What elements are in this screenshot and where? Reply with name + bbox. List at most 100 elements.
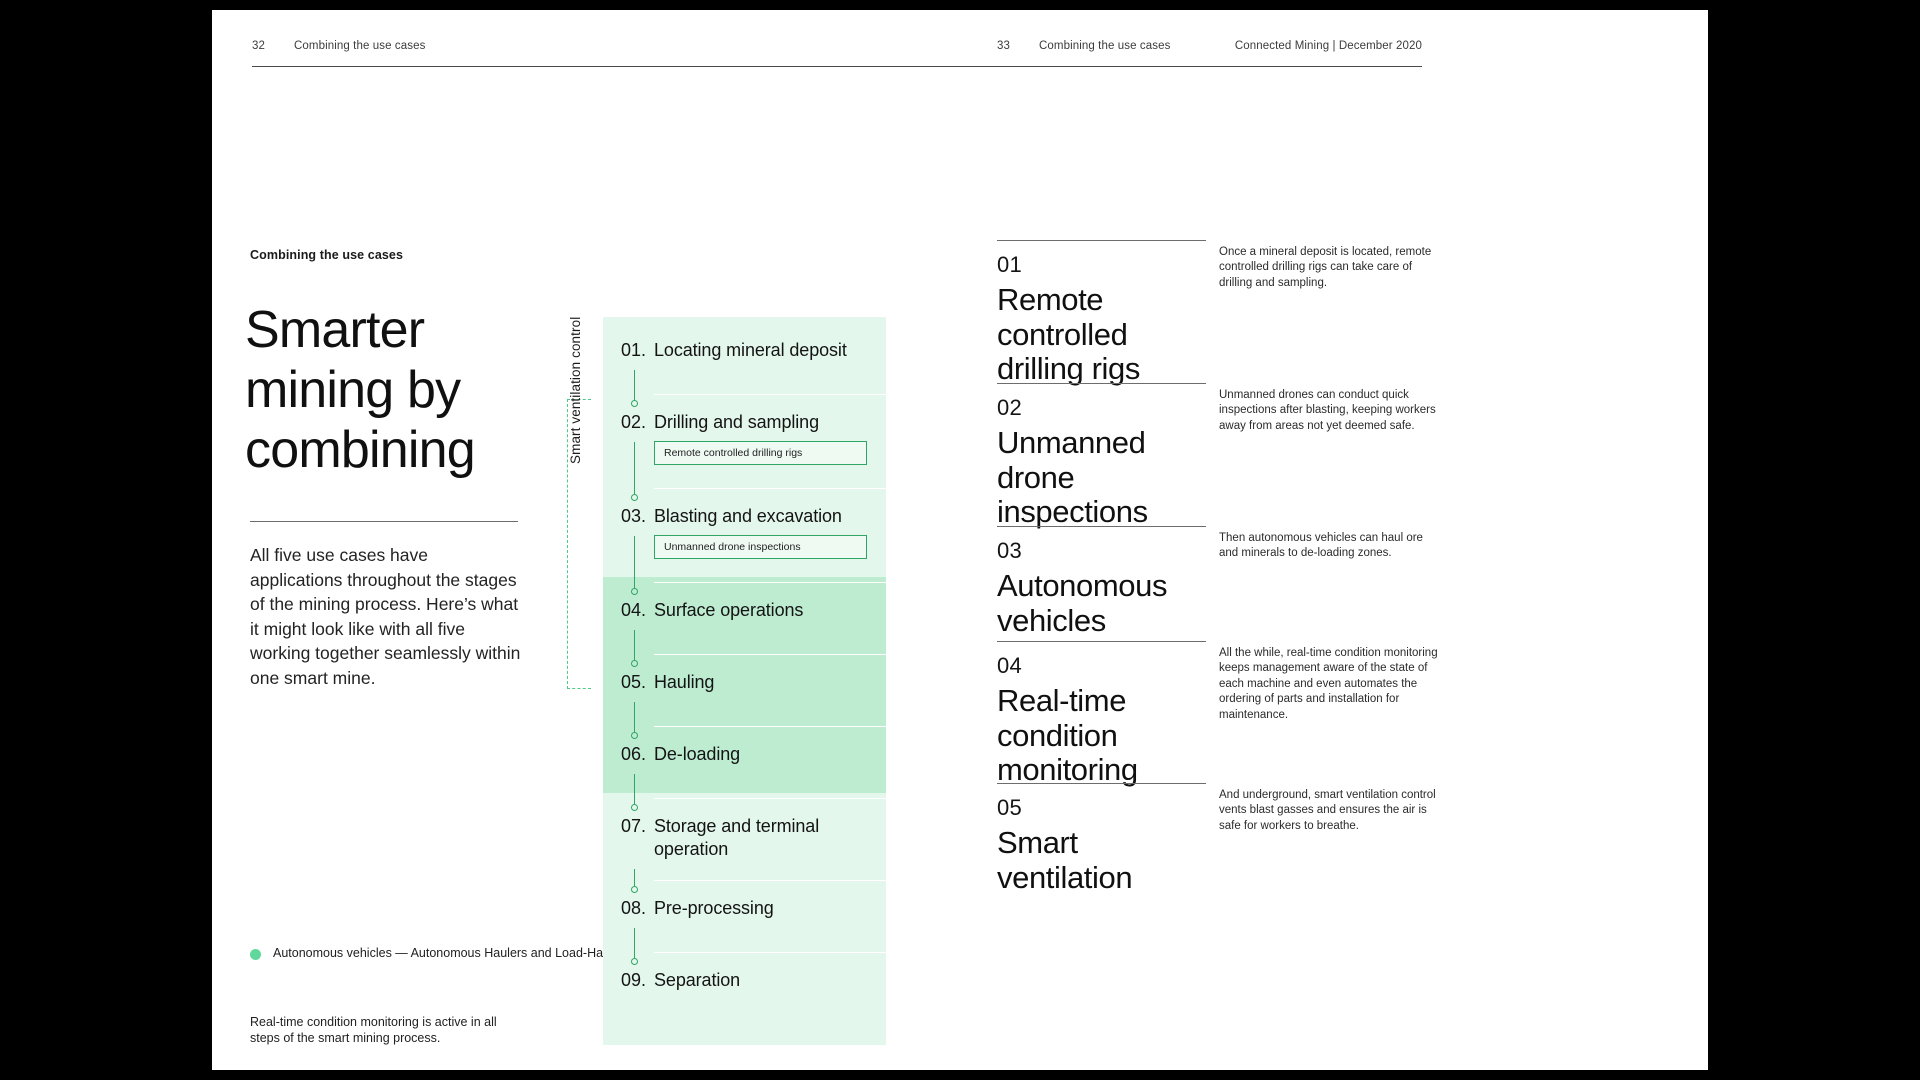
- use-case-section: 04 Real-time condition monitoring All the …: [997, 641, 1708, 787]
- use-case-divider: [997, 641, 1206, 642]
- timeline-step-number: 01.: [621, 340, 647, 360]
- use-case-number: 02: [997, 395, 1023, 420]
- timeline-step-divider: [654, 488, 886, 489]
- use-case-section: 01 Remote controlled drilling rigs Once a …: [997, 240, 1708, 386]
- timeline-step-label: Storage and terminal operation: [654, 816, 820, 859]
- use-case-divider: [997, 526, 1206, 527]
- timeline-step-number: 05.: [621, 672, 647, 692]
- use-case-section: 02 Unmanned drone inspections Unmanned dro…: [997, 383, 1708, 529]
- smart-ventilation-label: Smart ventilation control: [568, 316, 583, 464]
- right-page-running-header: 33 Combining the use cases Connected Min…: [997, 40, 1920, 52]
- use-case-body: And underground, smart ventilation contr…: [1219, 789, 1436, 832]
- timeline-step-divider: [654, 654, 886, 655]
- timeline-step-divider: [654, 798, 886, 799]
- mining-process-timeline: 01. Locating mineral deposit 02. Drilling a…: [603, 317, 886, 1045]
- use-case-title: Unmanned drone inspections: [997, 425, 1148, 529]
- right-page-number: 33: [997, 40, 1010, 52]
- use-case-section: 05 Smart ventilation And underground, smar…: [997, 783, 1708, 923]
- timeline-connector-node: [630, 958, 638, 965]
- timeline-step-divider: [654, 880, 886, 881]
- timeline-step-label: Locating mineral deposit: [654, 340, 847, 360]
- use-case-body: All the while, real-time condition monit…: [1219, 647, 1438, 721]
- timeline-step[interactable]: 08. Pre-processing: [603, 897, 886, 920]
- timeline-connector-line: [634, 536, 636, 588]
- timeline-connector-node: [630, 804, 638, 811]
- timeline-connector-line: [634, 702, 636, 732]
- timeline-step-label: Drilling and sampling: [654, 412, 819, 432]
- timeline-connector-line: [634, 928, 636, 958]
- timeline-step[interactable]: 06. De-loading: [603, 743, 886, 766]
- timeline-connector-line: [634, 370, 636, 400]
- use-case-number: 01: [997, 252, 1023, 277]
- use-case-number: 05: [997, 795, 1023, 820]
- timeline-step-divider: [654, 394, 886, 395]
- timeline-step[interactable]: 07. Storage and terminal operation: [603, 815, 886, 861]
- use-case-title: Real-time condition monitoring: [997, 683, 1138, 787]
- timeline-step-divider: [654, 582, 886, 583]
- timeline-connector-line: [634, 630, 636, 660]
- timeline-step-tag[interactable]: Remote controlled drilling rigs: [654, 441, 867, 465]
- timeline-step[interactable]: 01. Locating mineral deposit: [603, 339, 886, 362]
- use-case-body: Then autonomous vehicles can haul ore an…: [1219, 532, 1423, 560]
- timeline-step[interactable]: 09. Separation: [603, 969, 886, 992]
- timeline-connector-node: [630, 400, 638, 407]
- use-case-title: Autonomous vehicles: [997, 568, 1168, 638]
- timeline-connector-line: [634, 774, 636, 804]
- footnote-text: Real-time condition monitoring is active…: [250, 1015, 497, 1045]
- use-case-divider: [997, 783, 1206, 784]
- timeline-step-divider: [654, 952, 886, 953]
- timeline-connector-line: [634, 869, 636, 886]
- document-spread: 32 Combining the use cases Connected Min…: [212, 10, 1708, 1070]
- timeline-step-label: Pre-processing: [654, 898, 774, 918]
- legend-label: Autonomous vehicles — Autonomous Haulers…: [273, 946, 651, 960]
- right-page: 33 Combining the use cases Connected Min…: [960, 10, 1708, 1070]
- timeline-step-number: 06.: [621, 744, 647, 764]
- timeline-connector-node: [630, 588, 638, 595]
- timeline-connector: [630, 869, 639, 893]
- timeline-step-number: 04.: [621, 600, 647, 620]
- timeline-step-label: Blasting and excavation: [654, 506, 842, 526]
- title-divider: [250, 521, 518, 522]
- use-case-body: Unmanned drones can conduct quick inspec…: [1219, 389, 1436, 432]
- use-case-body: Once a mineral deposit is located, remot…: [1219, 246, 1432, 289]
- timeline-step[interactable]: 02. Drilling and sampling: [603, 411, 886, 434]
- left-page: 32 Combining the use cases Connected Min…: [212, 10, 1422, 1070]
- left-page-header-section: Combining the use cases: [294, 40, 426, 52]
- lead-paragraph: All five use cases have applications thr…: [250, 545, 521, 688]
- left-page-number: 32: [252, 40, 265, 52]
- timeline-step[interactable]: 04. Surface operations: [603, 599, 886, 622]
- timeline-step[interactable]: 03. Blasting and excavation: [603, 505, 886, 528]
- use-case-divider: [997, 383, 1206, 384]
- use-case-title: Smart ventilation: [997, 825, 1133, 895]
- timeline-connector: [630, 536, 639, 595]
- timeline-step-number: 02.: [621, 412, 647, 432]
- timeline-connector: [630, 702, 639, 739]
- timeline-connector-node: [630, 660, 638, 667]
- timeline-step-label: Hauling: [654, 672, 715, 692]
- timeline-connector: [630, 370, 639, 407]
- timeline-connector: [630, 774, 639, 811]
- timeline-connector: [630, 442, 639, 501]
- use-case-divider: [997, 240, 1206, 241]
- page-title: Smarter mining by combining: [245, 301, 476, 479]
- use-case-title: Remote controlled drilling rigs: [997, 282, 1140, 386]
- right-page-header-section: Combining the use cases: [1039, 40, 1171, 52]
- timeline-step-number: 03.: [621, 506, 647, 526]
- timeline-connector-line: [634, 442, 636, 494]
- timeline-connector: [630, 928, 639, 965]
- timeline-connector-node: [630, 886, 638, 893]
- timeline-step[interactable]: 05. Hauling: [603, 671, 886, 694]
- legend: Autonomous vehicles — Autonomous Haulers…: [250, 945, 650, 961]
- timeline-step-tag[interactable]: Unmanned drone inspections: [654, 535, 867, 559]
- timeline-step-divider: [654, 726, 886, 727]
- timeline-step-label: Separation: [654, 970, 741, 990]
- timeline-connector: [630, 630, 639, 667]
- eyebrow-label: Combining the use cases: [250, 248, 404, 262]
- timeline-connector-node: [630, 732, 638, 739]
- timeline-step-number: 09.: [621, 970, 647, 990]
- timeline-step-number: 08.: [621, 898, 647, 918]
- timeline-step-label: De-loading: [654, 744, 741, 764]
- use-case-number: 03: [997, 538, 1023, 563]
- legend-dot-icon: [250, 949, 261, 960]
- timeline-step-number: 07.: [621, 816, 647, 836]
